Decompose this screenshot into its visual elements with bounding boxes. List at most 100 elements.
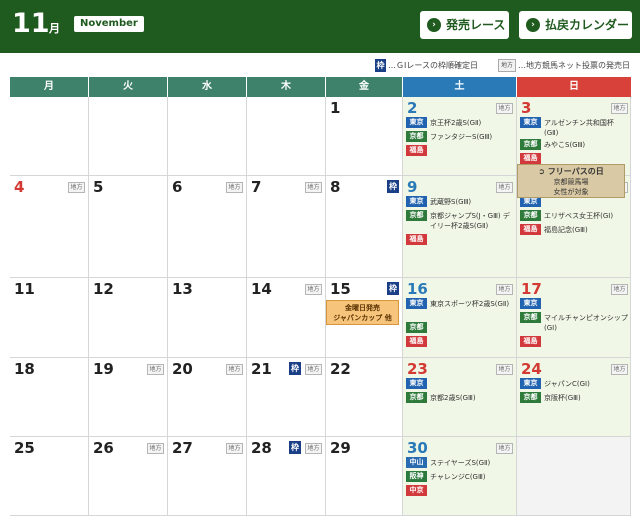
japan-cup-line2: ジャパンカップ 他 bbox=[333, 314, 392, 322]
sale-races-label: 発売レース bbox=[446, 18, 506, 32]
weekday-header-row: 月 火 水 木 金 土 日 bbox=[10, 77, 631, 97]
calendar-cell-30[interactable]: 30 地方 中山 ステイヤーズS(GⅡ) 阪神 チャレンジC(GⅢ) 中京 bbox=[403, 437, 517, 516]
calendar-cell-7[interactable]: 7 地方 bbox=[247, 176, 326, 278]
race-entry[interactable]: 中山 ステイヤーズS(GⅡ) bbox=[406, 457, 514, 468]
day-number: 13 bbox=[172, 280, 193, 298]
japan-cup-line1: 金曜日発売 bbox=[345, 304, 380, 312]
race-name: 京都ジャンプS(J・GⅢ) デイリー杯2歳S(GⅡ) bbox=[430, 212, 510, 230]
race-entry[interactable]: 福島 bbox=[520, 336, 544, 347]
race-entry[interactable]: 福島 bbox=[406, 234, 430, 245]
venue-tag: 京都 bbox=[406, 392, 427, 403]
calendar-cell-2[interactable]: 2 地方 東京 京王杯2歳S(GⅡ) 京都 ファンタジーS(GⅢ) 福島 bbox=[403, 97, 517, 176]
calendar-cell-19[interactable]: 19 地方 bbox=[89, 358, 168, 437]
day-number: 23 bbox=[407, 360, 428, 378]
race-name: マイルチャンピオンシップ(GⅠ) bbox=[544, 314, 628, 332]
race-entry[interactable]: 京都 みやこS(GⅢ) bbox=[520, 139, 628, 150]
calendar-cell-17[interactable]: 17 地方 東京 京都 マイルチャンピオンシップ(GⅠ) 福島 bbox=[517, 278, 631, 358]
calendar-cell-28[interactable]: 28 枠 地方 bbox=[247, 437, 326, 516]
race-entry[interactable]: 東京 bbox=[406, 378, 430, 389]
race-entry[interactable]: 東京 武蔵野S(GⅢ) bbox=[406, 196, 514, 207]
calendar-cell-24[interactable]: 24 地方 東京 ジャパンC(GⅠ) 京都 京阪杯(GⅢ) bbox=[517, 358, 631, 437]
day-number: 2 bbox=[407, 99, 418, 117]
calendar-cell-20[interactable]: 20 地方 bbox=[168, 358, 247, 437]
calendar-cell-12[interactable]: 12 bbox=[89, 278, 168, 358]
venue-tag: 東京 bbox=[520, 378, 541, 389]
race-entry[interactable]: 京都 ファンタジーS(GⅢ) bbox=[406, 131, 514, 142]
calendar-grid: 月 火 水 木 金 土 日 1 2 地方 東京 京王杯2歳S(GⅡ) 京都 ファンタ… bbox=[10, 77, 631, 516]
calendar-cell-4[interactable]: 4 地方 bbox=[10, 176, 89, 278]
race-entry[interactable]: 阪神 チャレンジC(GⅢ) bbox=[406, 471, 514, 482]
chiho-badge: 地方 bbox=[305, 182, 322, 193]
venue-tag: 東京 bbox=[520, 117, 541, 128]
race-entry[interactable]: 京都 bbox=[406, 322, 430, 333]
day-number: 16 bbox=[407, 280, 428, 298]
calendar-cell-11[interactable]: 11 bbox=[10, 278, 89, 358]
race-entry[interactable]: 中京 bbox=[406, 485, 430, 496]
chiho-badge: 地方 bbox=[147, 443, 164, 454]
race-entry[interactable]: 福島 bbox=[406, 336, 430, 347]
venue-tag: 東京 bbox=[406, 196, 427, 207]
calendar-cell-9[interactable]: 9 地方 東京 武蔵野S(GⅢ) 京都 京都ジャンプS(J・GⅢ) デイリー杯2歳S… bbox=[403, 176, 517, 278]
race-name: ジャパンC(GⅠ) bbox=[544, 380, 590, 388]
venue-tag: 京都 bbox=[520, 312, 541, 323]
day-number: 24 bbox=[521, 360, 542, 378]
calendar-cell-13[interactable]: 13 bbox=[168, 278, 247, 358]
chiho-badge: 地方 bbox=[305, 284, 322, 295]
calendar-cell-29[interactable]: 29 bbox=[326, 437, 403, 516]
refund-calendar-button[interactable]: › 払戻カレンダー bbox=[519, 11, 632, 39]
venue-tag: 中京 bbox=[406, 485, 427, 496]
race-entry[interactable]: 東京 東京スポーツ杯2歳S(GⅡ) bbox=[406, 298, 514, 309]
calendar-cell-8[interactable]: 8 枠 bbox=[326, 176, 403, 278]
calendar-cell-25[interactable]: 25 bbox=[10, 437, 89, 516]
day-number: 15 bbox=[330, 280, 351, 298]
race-entry[interactable]: 福島 bbox=[406, 145, 430, 156]
calendar-cell-6[interactable]: 6 地方 bbox=[168, 176, 247, 278]
calendar-cell-14[interactable]: 14 地方 bbox=[247, 278, 326, 358]
race-name: 京阪杯(GⅢ) bbox=[544, 394, 581, 402]
calendar-cell-22[interactable]: 22 bbox=[326, 358, 403, 437]
venue-tag: 東京 bbox=[406, 298, 427, 309]
chiho-badge: 地方 bbox=[68, 182, 85, 193]
calendar-cell-16[interactable]: 16 地方 東京 東京スポーツ杯2歳S(GⅡ) 京都 福島 bbox=[403, 278, 517, 358]
race-entry[interactable]: 京都 京都ジャンプS(J・GⅢ) デイリー杯2歳S(GⅡ) bbox=[406, 210, 514, 231]
race-entry[interactable]: 京都 京都2歳S(GⅢ) bbox=[406, 392, 514, 403]
header-bar: 11 月 November › 発売レース › 払戻カレンダー bbox=[0, 0, 640, 53]
race-entry[interactable]: 京都 エリザベス女王杯(GⅠ) bbox=[520, 210, 628, 221]
calendar-cell-26[interactable]: 26 地方 bbox=[89, 437, 168, 516]
weekday-sun: 日 bbox=[517, 77, 631, 97]
race-entry[interactable]: 東京 bbox=[520, 298, 544, 309]
day-number: 21 bbox=[251, 360, 272, 378]
waku-badge: 枠 bbox=[289, 362, 301, 375]
venue-tag: 京都 bbox=[520, 139, 541, 150]
race-entry[interactable]: 東京 アルゼンチン共和国杯(GⅡ) bbox=[520, 117, 628, 138]
calendar-cell-1[interactable]: 1 bbox=[326, 97, 403, 176]
race-entry[interactable]: 福島 福島記念(GⅢ) bbox=[520, 224, 628, 235]
weekday-fri: 金 bbox=[326, 77, 402, 97]
venue-tag: 京都 bbox=[406, 322, 427, 333]
venue-tag: 福島 bbox=[406, 145, 427, 156]
calendar-cell-23[interactable]: 23 地方 東京 京都 京都2歳S(GⅢ) bbox=[403, 358, 517, 437]
japan-cup-friday-banner[interactable]: 金曜日発売 ジャパンカップ 他 bbox=[326, 300, 399, 325]
calendar-cell-27[interactable]: 27 地方 bbox=[168, 437, 247, 516]
race-entry[interactable]: 福島 bbox=[520, 153, 544, 164]
race-name: ステイヤーズS(GⅡ) bbox=[430, 459, 491, 467]
race-name: みやこS(GⅢ) bbox=[544, 141, 586, 149]
venue-tag: 福島 bbox=[520, 153, 541, 164]
race-entry[interactable]: 東京 京王杯2歳S(GⅡ) bbox=[406, 117, 514, 128]
month-number: 11 bbox=[12, 8, 50, 39]
race-entry[interactable]: 東京 ジャパンC(GⅠ) bbox=[520, 378, 628, 389]
free-pass-banner[interactable]: ➲ フリーパスの日 京都競馬場 女性が対象 bbox=[517, 164, 625, 198]
race-entry[interactable]: 京都 京阪杯(GⅢ) bbox=[520, 392, 628, 403]
calendar-cell-5[interactable]: 5 bbox=[89, 176, 168, 278]
calendar-cell-18[interactable]: 18 bbox=[10, 358, 89, 437]
chiho-badge: 地方 bbox=[496, 364, 513, 375]
race-entry[interactable]: 京都 マイルチャンピオンシップ(GⅠ) bbox=[520, 312, 628, 333]
chiho-badge: 地方 bbox=[305, 364, 322, 375]
day-number: 11 bbox=[14, 280, 35, 298]
sale-races-button[interactable]: › 発売レース bbox=[420, 11, 509, 39]
day-number: 28 bbox=[251, 439, 272, 457]
weekday-tue: 火 bbox=[89, 77, 167, 97]
chiho-badge: 地方 bbox=[496, 103, 513, 114]
calendar-cell-21[interactable]: 21 枠 地方 bbox=[247, 358, 326, 437]
chiho-badge: 地方 bbox=[496, 182, 513, 193]
